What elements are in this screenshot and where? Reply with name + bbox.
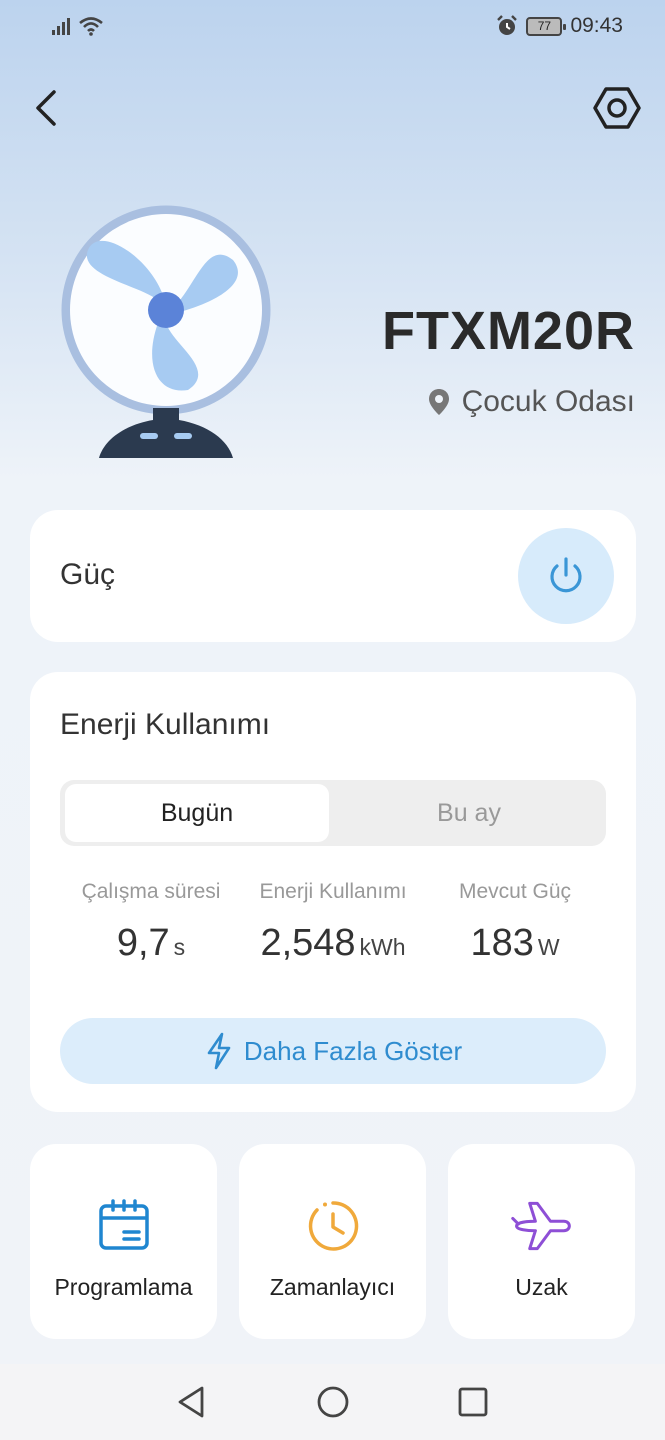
- power-toggle-button[interactable]: [518, 528, 614, 624]
- location-pin-icon: [428, 389, 449, 415]
- device-location: Çocuk Odası: [428, 385, 635, 419]
- stat-label: Enerji Kullanımı: [259, 880, 407, 903]
- triangle-back-icon: [178, 1386, 204, 1418]
- stat-label: Çalışma süresi: [81, 880, 221, 903]
- nav-recents-button[interactable]: [453, 1382, 493, 1422]
- wifi-icon: [79, 17, 103, 36]
- stat-unit: W: [537, 934, 560, 960]
- feature-label: Programlama: [54, 1274, 193, 1300]
- tab-today[interactable]: Bugün: [65, 784, 329, 842]
- stat-unit: s: [173, 934, 186, 960]
- feature-label: Uzak: [515, 1274, 568, 1300]
- battery-level: 77: [537, 19, 552, 33]
- nav-back-button[interactable]: [172, 1382, 212, 1422]
- stat-current-power: Mevcut Güç 183 W: [424, 880, 606, 965]
- system-nav-bar: [0, 1364, 665, 1440]
- settings-button[interactable]: [591, 82, 643, 134]
- stat-value: 9,7: [116, 922, 170, 964]
- feature-away[interactable]: Uzak: [448, 1144, 635, 1339]
- stat-unit: kWh: [359, 934, 406, 960]
- back-button[interactable]: [28, 84, 68, 132]
- show-more-label: Daha Fazla Göster: [243, 1035, 463, 1066]
- power-icon: [550, 557, 582, 593]
- nav-home-button[interactable]: [313, 1382, 353, 1422]
- feature-label: Zamanlayıcı: [269, 1274, 396, 1300]
- clock-time: 09:43: [570, 14, 623, 37]
- energy-stats: Çalışma süresi 9,7 s Enerji Kullanımı 2,5…: [60, 880, 606, 965]
- status-bar: 77 09:43: [0, 0, 665, 58]
- feature-scheduling[interactable]: Programlama: [30, 1144, 217, 1339]
- calendar-icon: [98, 1199, 149, 1250]
- device-name: FTXM20R: [381, 301, 635, 361]
- signal-icon: [52, 18, 70, 35]
- circle-home-icon: [317, 1386, 349, 1418]
- stat-value: 2,548: [260, 922, 356, 964]
- stat-label: Mevcut Güç: [458, 880, 572, 903]
- power-label: Güç: [60, 558, 116, 591]
- period-segmented-control: Bugün Bu ay: [60, 780, 606, 846]
- top-bar: [0, 78, 665, 138]
- stat-value: 183: [470, 922, 534, 964]
- tab-this-month[interactable]: Bu ay: [337, 784, 601, 842]
- clock-icon: [308, 1201, 358, 1251]
- airplane-icon: [510, 1201, 571, 1251]
- settings-hexagon-icon: [593, 87, 641, 129]
- stat-runtime: Çalışma süresi 9,7 s: [60, 880, 242, 965]
- square-recents-icon: [458, 1387, 488, 1417]
- alarm-icon: [497, 15, 518, 35]
- fan-illustration: [61, 205, 271, 458]
- location-label: Çocuk Odası: [461, 385, 635, 418]
- energy-title: Enerji Kullanımı: [60, 708, 271, 741]
- energy-card: Enerji Kullanımı Bugün Bu ay Çalışma sür…: [30, 672, 636, 1112]
- lightning-icon: [207, 1032, 231, 1070]
- stat-energy-usage: Enerji Kullanımı 2,548 kWh: [242, 880, 424, 965]
- chevron-left-icon: [36, 90, 56, 126]
- battery-indicator: 77: [526, 16, 567, 36]
- power-card: Güç: [30, 510, 636, 642]
- feature-timer[interactable]: Zamanlayıcı: [239, 1144, 426, 1339]
- show-more-button[interactable]: Daha Fazla Göster: [60, 1018, 606, 1084]
